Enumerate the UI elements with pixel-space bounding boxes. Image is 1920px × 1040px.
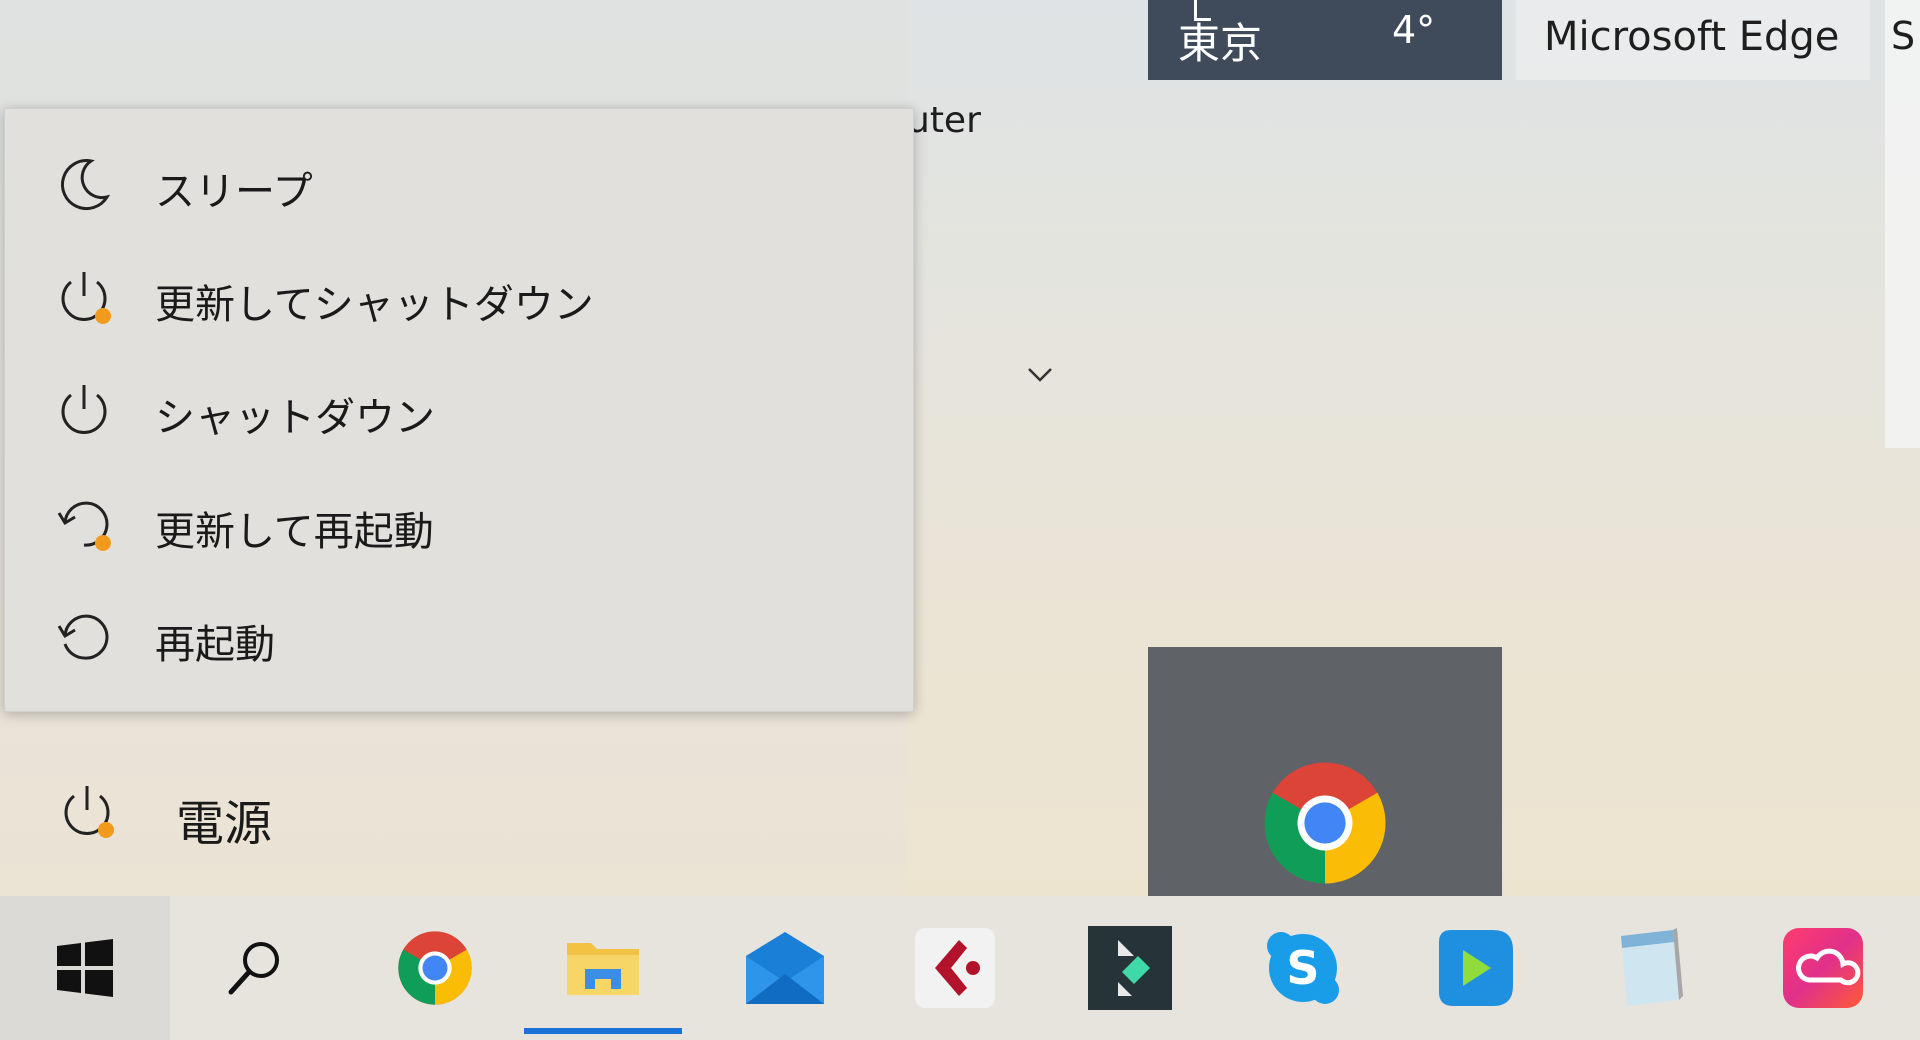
cubase-taskbar-button[interactable] [870, 896, 1040, 1040]
chevron-down-icon[interactable] [1026, 360, 1054, 388]
weather-tile[interactable]: 東京 4° [1148, 0, 1502, 80]
update-and-shutdown-menu-item[interactable]: 更新してシャットダウン [5, 242, 913, 352]
taskbar: S [0, 896, 1920, 1040]
creative-cloud-taskbar-button[interactable] [1738, 896, 1908, 1040]
power-button[interactable]: 電源 [0, 760, 907, 870]
notepad-taskbar-button[interactable] [1562, 896, 1732, 1040]
power-update-icon [61, 272, 111, 324]
moon-icon [61, 159, 111, 211]
chrome-taskbar-button[interactable] [350, 896, 520, 1040]
filmora-icon [1088, 926, 1172, 1010]
menu-item-label: シャットダウン [155, 395, 435, 441]
creative-cloud-icon [1783, 928, 1863, 1008]
search-button[interactable] [170, 896, 340, 1040]
chrome-tile[interactable] [1148, 647, 1502, 896]
weather-city: 東京 [1178, 19, 1263, 68]
play-icon [1439, 930, 1513, 1006]
media-player-taskbar-button[interactable] [1390, 896, 1560, 1040]
menu-item-label: 更新してシャットダウン [155, 282, 594, 328]
chrome-icon [1264, 762, 1386, 884]
skype-taskbar-button[interactable]: S [1218, 896, 1388, 1040]
partial-tile[interactable]: S [1885, 0, 1920, 448]
chrome-icon [398, 931, 472, 1005]
power-options-flyout: スリープ 更新してシャットダウン シャットダウン 更新して再起動 再起動 [4, 108, 914, 712]
menu-item-label: 再起動 [155, 622, 275, 668]
cubase-icon [915, 928, 995, 1008]
search-icon [228, 942, 279, 995]
edge-tile-label: Microsoft Edge [1544, 14, 1840, 60]
folder-icon [567, 943, 639, 995]
mail-icon [746, 932, 824, 1004]
partial-tile-label: S [1891, 14, 1916, 58]
filmora-taskbar-button[interactable] [1045, 896, 1215, 1040]
restart-update-icon [57, 501, 111, 551]
weather-temperature: 4° [1392, 8, 1436, 52]
restart-menu-item[interactable]: 再起動 [5, 582, 913, 692]
svg-text:S: S [1286, 941, 1319, 995]
shutdown-menu-item[interactable]: シャットダウン [5, 355, 913, 465]
sleep-menu-item[interactable]: スリープ [5, 129, 913, 239]
file-explorer-taskbar-button[interactable] [524, 896, 682, 1040]
notepad-icon [1621, 928, 1683, 1006]
start-button[interactable] [0, 896, 170, 1040]
restart-icon [57, 614, 109, 660]
microsoft-edge-tile[interactable]: Microsoft Edge [1516, 0, 1870, 80]
mail-taskbar-button[interactable] [700, 896, 870, 1040]
power-update-icon [64, 786, 114, 838]
update-and-restart-menu-item[interactable]: 更新して再起動 [5, 469, 913, 579]
power-icon [61, 385, 107, 434]
skype-icon: S [1267, 932, 1339, 1004]
app-list-peek-text: uter [907, 100, 981, 141]
menu-item-label: スリープ [155, 169, 313, 215]
power-button-label: 電源 [176, 796, 273, 852]
menu-item-label: 更新して再起動 [155, 509, 434, 555]
windows-logo-icon [57, 939, 113, 997]
